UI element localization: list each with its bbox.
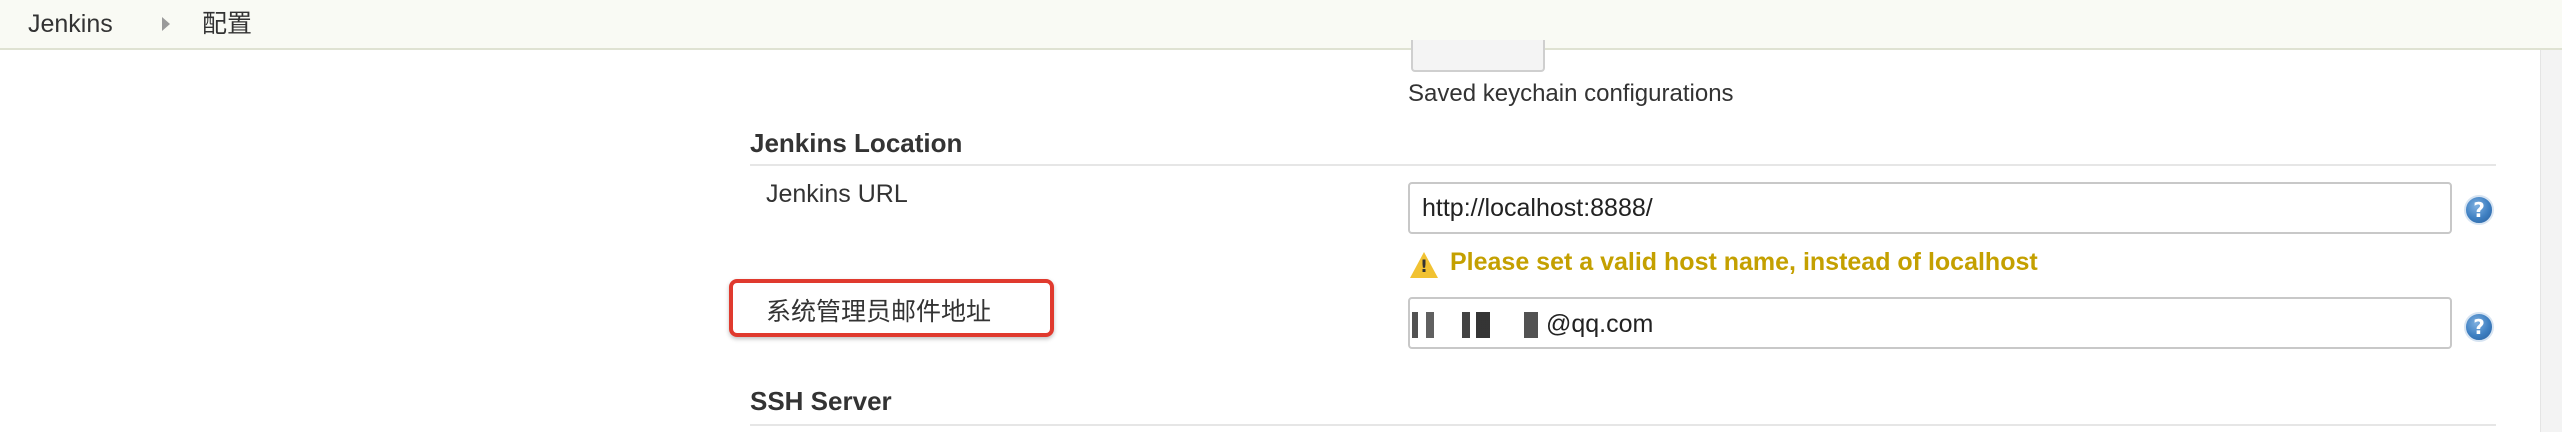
keychain-button[interactable] (1411, 40, 1545, 72)
breadcrumb-item-jenkins[interactable]: Jenkins (28, 8, 113, 40)
breadcrumb: Jenkins 配置 (0, 0, 2562, 50)
admin-email-value: @qq.com (1412, 299, 1653, 349)
jenkins-url-input[interactable] (1408, 182, 2452, 234)
help-icon[interactable]: ? (2464, 312, 2494, 342)
section-divider (750, 424, 2496, 426)
config-form: Saved keychain configurations Jenkins Lo… (0, 40, 2562, 432)
redacted-text (1412, 312, 1540, 339)
section-title-jenkins-location: Jenkins Location (750, 128, 963, 158)
section-divider (750, 164, 2496, 166)
help-icon[interactable]: ? (2464, 195, 2494, 225)
scrollbar[interactable] (2540, 50, 2562, 432)
email-domain-text: @qq.com (1546, 310, 1654, 338)
warning-icon-mark: ! (1420, 257, 1428, 277)
jenkins-url-label: Jenkins URL (766, 180, 908, 208)
admin-email-label: 系统管理员邮件地址 (766, 298, 992, 326)
section-title-ssh-server: SSH Server (750, 386, 892, 416)
saved-keychain-text: Saved keychain configurations (1408, 80, 1734, 107)
chevron-right-icon (162, 17, 170, 31)
warning-text: Please set a valid host name, instead of… (1450, 248, 2038, 276)
breadcrumb-item-configure[interactable]: 配置 (202, 8, 252, 40)
